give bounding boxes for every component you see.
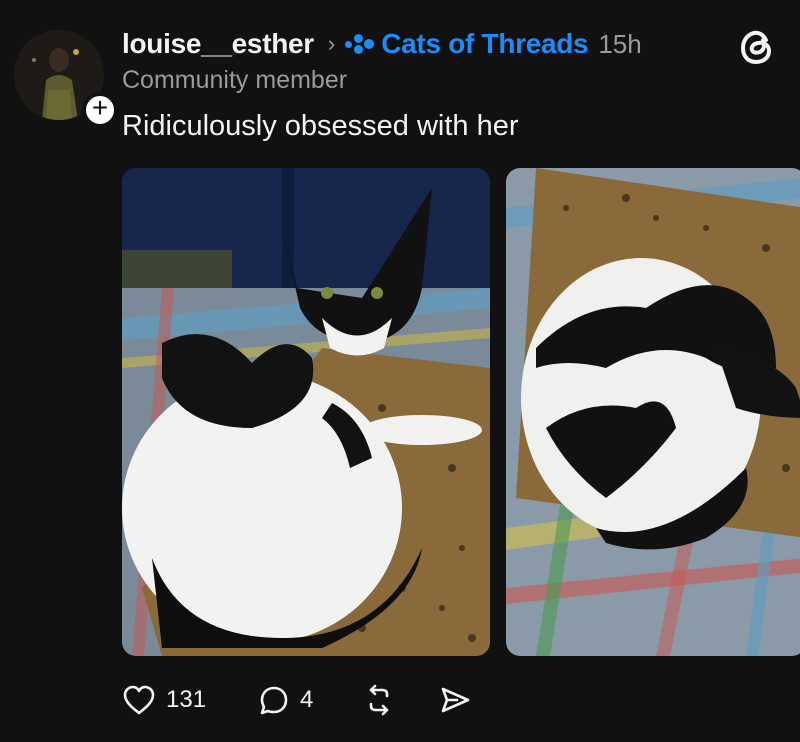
share-button[interactable] <box>439 684 471 716</box>
chevron-right-icon: › <box>327 31 336 56</box>
post-header: louise__esther › Cats of Threads 15h <box>122 24 642 64</box>
follow-plus-button[interactable]: + <box>82 92 118 128</box>
like-count: 131 <box>166 686 207 713</box>
author-avatar-wrap[interactable]: + <box>14 30 118 128</box>
author-username[interactable]: louise__esther <box>122 28 314 60</box>
reply-button[interactable]: 4 <box>258 684 313 716</box>
cat-photo-image <box>122 168 490 656</box>
send-icon <box>442 687 470 713</box>
post-timestamp: 15h <box>598 28 642 59</box>
like-button[interactable]: 131 <box>122 684 206 716</box>
threads-logo-icon[interactable] <box>736 26 778 68</box>
post-photo-2[interactable] <box>506 168 800 656</box>
repost-button[interactable] <box>363 684 395 716</box>
author-role: Community member <box>122 66 348 94</box>
comment-icon <box>260 686 288 715</box>
cat-photo-image <box>506 168 800 656</box>
post-text: Ridiculously obsessed with her <box>122 110 519 142</box>
heart-icon <box>123 685 155 715</box>
community-icon <box>345 34 375 54</box>
community-link[interactable]: Cats of Threads <box>381 28 588 60</box>
post-photo-1[interactable] <box>122 168 490 656</box>
post-actions: 131 4 <box>122 680 471 720</box>
reply-count: 4 <box>300 686 314 713</box>
repost-icon <box>370 684 389 716</box>
